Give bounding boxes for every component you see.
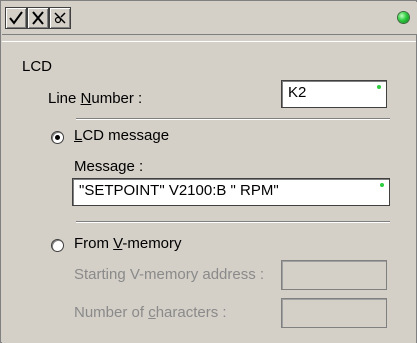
divider bbox=[76, 221, 390, 223]
cancel-button[interactable] bbox=[27, 7, 49, 29]
from-vmemory-radio[interactable] bbox=[51, 239, 64, 252]
from-vmemory-label: From V-memory bbox=[74, 235, 182, 252]
settings-panel: LCD Line Number : K2 LCD message Message… bbox=[2, 41, 416, 343]
divider bbox=[76, 118, 390, 120]
section-title: LCD bbox=[22, 58, 53, 75]
line-number-field[interactable]: K2 bbox=[281, 80, 387, 108]
help-button[interactable] bbox=[49, 7, 71, 29]
status-indicator bbox=[398, 12, 409, 23]
status-dot-icon bbox=[380, 183, 384, 187]
lcd-dialog: LCD Line Number : K2 LCD message Message… bbox=[0, 0, 417, 343]
x-icon bbox=[32, 11, 44, 25]
status-dot-icon bbox=[377, 85, 381, 89]
message-field[interactable]: "SETPOINT" V2100:B " RPM" bbox=[72, 178, 390, 206]
line-number-value: K2 bbox=[288, 84, 307, 101]
lcd-message-label: LCD message bbox=[74, 127, 170, 144]
check-icon bbox=[9, 11, 23, 25]
char-count-label: Number of characters : bbox=[74, 304, 227, 321]
line-number-label: Line Number : bbox=[48, 90, 143, 107]
accept-button[interactable] bbox=[5, 7, 27, 29]
lcd-message-radio[interactable] bbox=[51, 131, 64, 144]
start-address-label: Starting V-memory address : bbox=[74, 266, 265, 283]
toolbar bbox=[2, 2, 417, 35]
help-icon bbox=[54, 12, 66, 24]
message-label: Message : bbox=[74, 158, 144, 175]
message-value: "SETPOINT" V2100:B " RPM" bbox=[79, 182, 279, 199]
char-count-field[interactable] bbox=[281, 298, 387, 328]
start-address-field[interactable] bbox=[281, 260, 387, 290]
